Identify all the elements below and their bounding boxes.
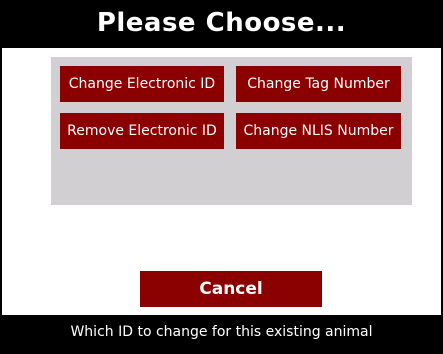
option-panel: Change Electronic ID Change Tag Number R… xyxy=(51,57,412,205)
choose-dialog: Please Choose... Change Electronic ID Ch… xyxy=(0,0,443,354)
status-bar: Which ID to change for this existing ani… xyxy=(2,315,441,352)
cancel-button[interactable]: Cancel xyxy=(140,271,322,307)
change-electronic-id-button[interactable]: Change Electronic ID xyxy=(60,66,224,102)
dialog-title: Please Choose... xyxy=(2,0,441,48)
change-tag-number-button[interactable]: Change Tag Number xyxy=(236,66,401,102)
remove-electronic-id-button[interactable]: Remove Electronic ID xyxy=(60,113,224,149)
change-nlis-number-button[interactable]: Change NLIS Number xyxy=(236,113,401,149)
